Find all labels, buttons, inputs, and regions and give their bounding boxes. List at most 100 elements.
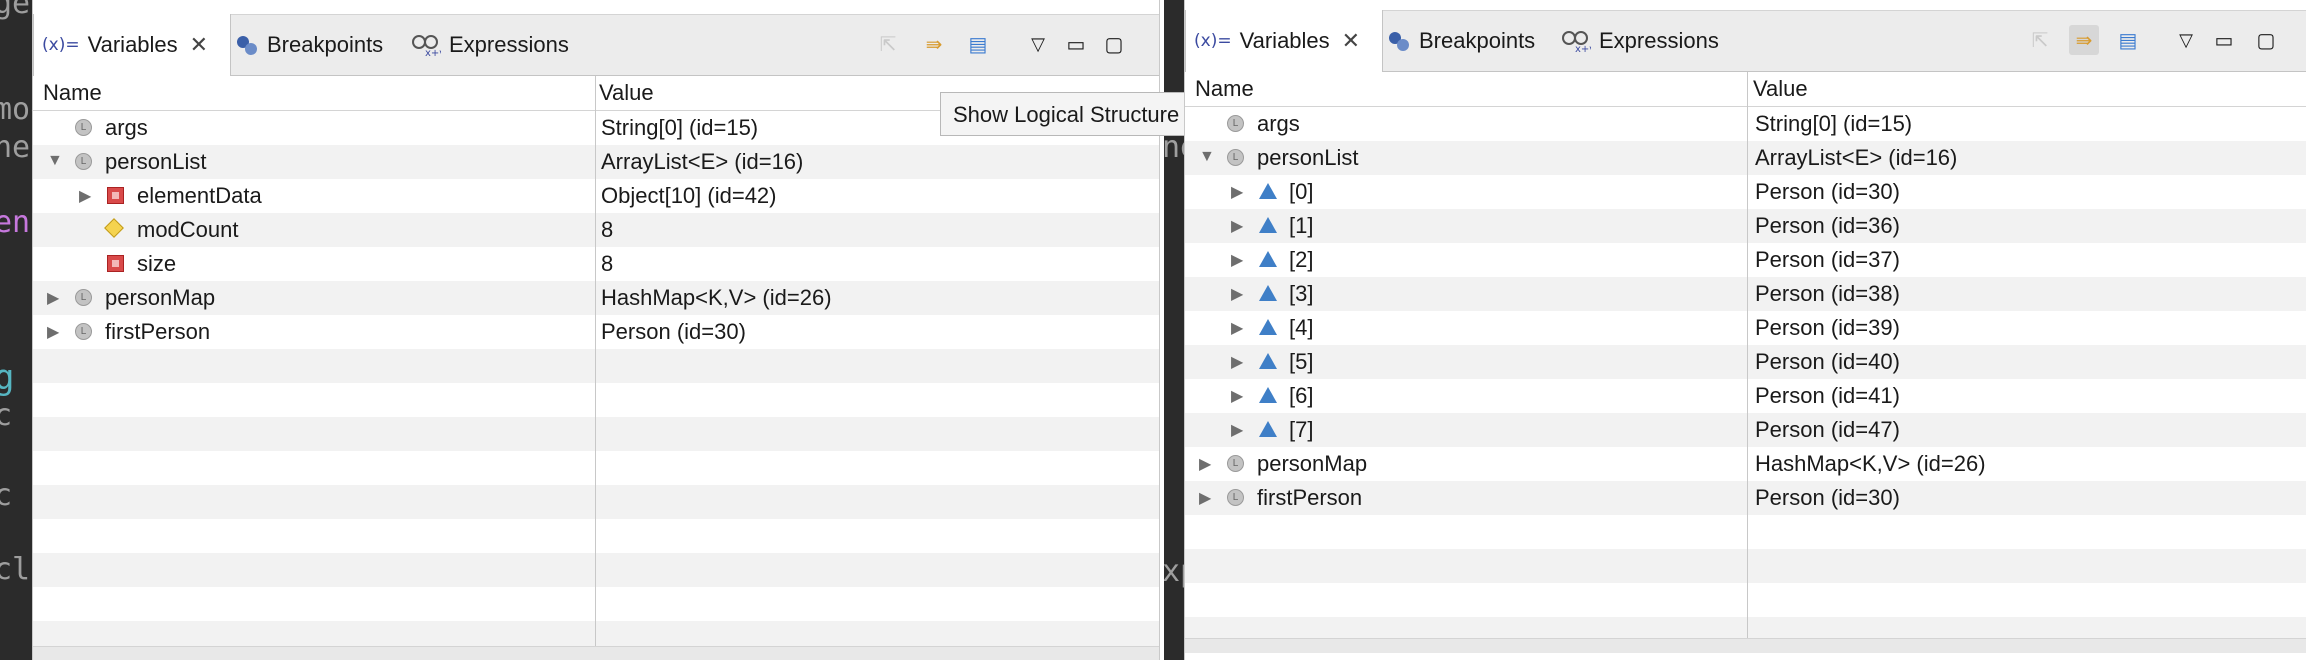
editor-text: g: [0, 358, 15, 398]
tree-row[interactable]: ▼ LpersonList ArrayList<E> (id=16): [33, 145, 1159, 179]
view-menu-icon[interactable]: ▽: [2171, 25, 2201, 55]
tree-row[interactable]: ▶ [6] Person (id=41): [1185, 379, 2306, 413]
variable-name: [6]: [1289, 383, 1314, 408]
empty-row: [33, 349, 1159, 383]
variable-value: ArrayList<E> (id=16): [601, 149, 804, 174]
column-header-value[interactable]: Value: [599, 80, 654, 106]
variables-icon: (x)=: [42, 35, 80, 55]
tab-expressions[interactable]: x+y Expressions: [1561, 11, 1719, 71]
editor-text: mod: [0, 92, 34, 127]
element-variable-icon: [1259, 387, 1277, 403]
expand-toggle-expanded-icon[interactable]: ▼: [47, 152, 63, 170]
variable-value: Person (id=30): [601, 319, 746, 344]
variable-value: Person (id=47): [1755, 417, 1900, 442]
variable-value: 8: [601, 217, 614, 242]
private-variable-icon: [107, 255, 124, 272]
minimize-icon[interactable]: ▭: [2209, 25, 2239, 55]
expand-toggle-collapsed-icon[interactable]: ▶: [1231, 420, 1243, 440]
tree-row[interactable]: Largs String[0] (id=15): [1185, 107, 2306, 141]
expand-toggle-collapsed-icon[interactable]: ▶: [1231, 386, 1243, 406]
minimize-icon[interactable]: ▭: [1061, 29, 1091, 59]
table-header: Name Value: [1185, 72, 2306, 107]
expand-toggle-collapsed-icon[interactable]: ▶: [79, 186, 91, 206]
variable-value: Person (id=40): [1755, 349, 1900, 374]
tab-label: Variables: [87, 32, 178, 57]
variable-value: ArrayList<E> (id=16): [1755, 145, 1958, 170]
expand-toggle-collapsed-icon[interactable]: ▶: [1199, 454, 1211, 474]
expand-toggle-collapsed-icon[interactable]: ▶: [1231, 352, 1243, 372]
tree-row[interactable]: ▼ LpersonList ArrayList<E> (id=16): [1185, 141, 2306, 175]
maximize-icon[interactable]: ▢: [2251, 25, 2281, 55]
variable-name: [2]: [1289, 247, 1314, 272]
local-variable-icon: L: [75, 323, 92, 340]
column-divider[interactable]: [1747, 72, 1748, 638]
expand-toggle-collapsed-icon[interactable]: ▶: [1231, 182, 1243, 202]
tree-row[interactable]: ▶ [7] Person (id=47): [1185, 413, 2306, 447]
variable-name: personList: [105, 149, 207, 174]
variables-view-right: (x)= Variables ✕ Breakpoints x+y Express…: [1184, 0, 2306, 660]
svg-text:x+y: x+y: [1575, 44, 1591, 53]
empty-row: [33, 553, 1159, 587]
column-header-name[interactable]: Name: [1195, 76, 1254, 102]
variable-value: 8: [601, 251, 614, 276]
tab-expressions[interactable]: x+y Expressions: [411, 15, 569, 75]
horizontal-scrollbar[interactable]: [1185, 638, 2306, 653]
expand-toggle-collapsed-icon[interactable]: ▶: [1231, 284, 1243, 304]
layout-icon[interactable]: ▤: [2113, 25, 2143, 55]
collapse-all-icon[interactable]: ⇱: [873, 29, 903, 59]
local-variable-icon: L: [75, 153, 92, 170]
variable-name: elementData: [137, 183, 262, 208]
view-menu-icon[interactable]: ▽: [1023, 29, 1053, 59]
empty-row: [33, 485, 1159, 519]
close-icon[interactable]: ✕: [1342, 28, 1360, 54]
tab-breakpoints[interactable]: Breakpoints: [235, 15, 383, 75]
tree-row[interactable]: modCount 8: [33, 213, 1159, 247]
tab-variables[interactable]: (x)= Variables ✕: [1185, 10, 1383, 72]
tree-row[interactable]: ▶ LpersonMap HashMap<K,V> (id=26): [1185, 447, 2306, 481]
expand-toggle-collapsed-icon[interactable]: ▶: [47, 322, 59, 342]
empty-row: [33, 451, 1159, 485]
tree-row[interactable]: ▶ LpersonMap HashMap<K,V> (id=26): [33, 281, 1159, 315]
empty-row: [1185, 515, 2306, 549]
empty-row: [33, 417, 1159, 451]
tree-row[interactable]: ▶ LfirstPerson Person (id=30): [1185, 481, 2306, 515]
expand-toggle-collapsed-icon[interactable]: ▶: [1231, 250, 1243, 270]
expand-toggle-expanded-icon[interactable]: ▼: [1199, 148, 1215, 166]
expand-toggle-collapsed-icon[interactable]: ▶: [1199, 488, 1211, 508]
maximize-icon[interactable]: ▢: [1099, 29, 1129, 59]
tree-row[interactable]: ▶ [4] Person (id=39): [1185, 311, 2306, 345]
tree-row[interactable]: ▶ [0] Person (id=30): [1185, 175, 2306, 209]
tree-row[interactable]: ▶ [1] Person (id=36): [1185, 209, 2306, 243]
element-variable-icon: [1259, 285, 1277, 301]
close-icon[interactable]: ✕: [190, 32, 208, 58]
column-header-value[interactable]: Value: [1753, 76, 1808, 102]
show-logical-structure-icon[interactable]: ⇛: [919, 29, 949, 59]
tree-row[interactable]: ▶ [5] Person (id=40): [1185, 345, 2306, 379]
tree-row[interactable]: size 8: [33, 247, 1159, 281]
tree-row[interactable]: ▶ [3] Person (id=38): [1185, 277, 2306, 311]
variable-value: String[0] (id=15): [1755, 111, 1913, 136]
tab-breakpoints[interactable]: Breakpoints: [1387, 11, 1535, 71]
variable-name: [0]: [1289, 179, 1314, 204]
column-divider[interactable]: [595, 76, 596, 646]
tree-row[interactable]: ▶ LfirstPerson Person (id=30): [33, 315, 1159, 349]
private-variable-icon: [107, 187, 124, 204]
tooltip: Show Logical Structure: [940, 92, 1190, 136]
collapse-all-icon[interactable]: ⇱: [2025, 25, 2055, 55]
show-logical-structure-icon[interactable]: ⇛: [2069, 25, 2099, 55]
empty-row: [33, 383, 1159, 417]
expand-toggle-collapsed-icon[interactable]: ▶: [47, 288, 59, 308]
empty-row: [33, 519, 1159, 553]
local-variable-icon: L: [75, 289, 92, 306]
tree-row[interactable]: ▶ elementData Object[10] (id=42): [33, 179, 1159, 213]
tab-variables[interactable]: (x)= Variables ✕: [33, 14, 231, 76]
expand-toggle-collapsed-icon[interactable]: ▶: [1231, 318, 1243, 338]
expand-toggle-collapsed-icon[interactable]: ▶: [1231, 216, 1243, 236]
element-variable-icon: [1259, 319, 1277, 335]
horizontal-scrollbar[interactable]: [33, 646, 1159, 660]
element-variable-icon: [1259, 251, 1277, 267]
tree-row[interactable]: ▶ [2] Person (id=37): [1185, 243, 2306, 277]
column-header-name[interactable]: Name: [43, 80, 102, 106]
layout-icon[interactable]: ▤: [963, 29, 993, 59]
element-variable-icon: [1259, 183, 1277, 199]
